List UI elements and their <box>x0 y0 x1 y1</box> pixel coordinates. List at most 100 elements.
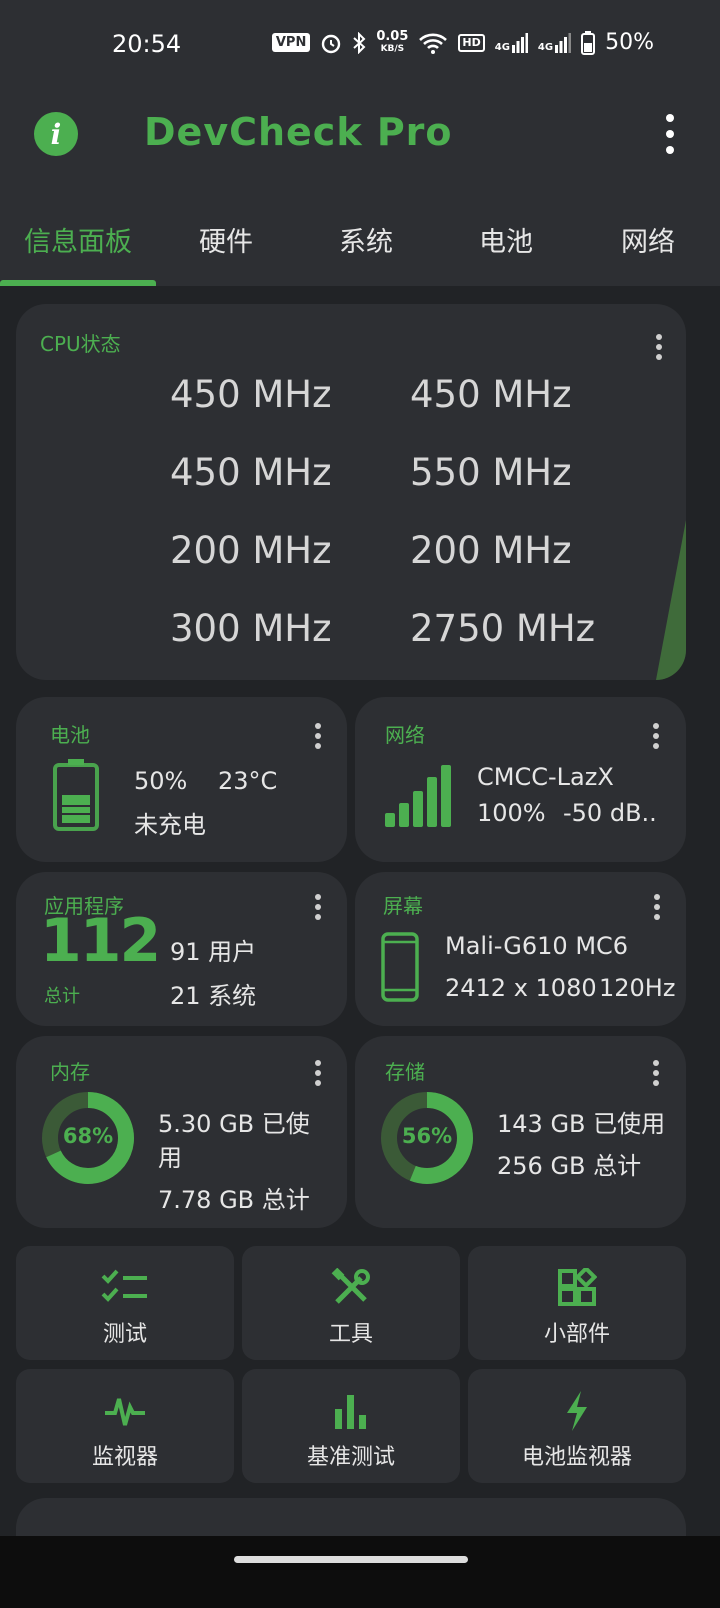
memory-total: 7.78 GB 总计 <box>158 1186 310 1214</box>
shortcut-label: 基准测试 <box>306 1445 395 1470</box>
widgets-icon <box>558 1268 597 1306</box>
tools-icon <box>331 1268 370 1304</box>
checklist-icon <box>101 1269 147 1302</box>
tab-dashboard[interactable]: 信息面板 <box>0 192 156 286</box>
signal-bars-icon <box>511 32 528 53</box>
memory-card[interactable]: 内存 68% 5.30 GB 已使 用 7.78 GB 总计 <box>16 1036 347 1228</box>
memory-used: 5.30 GB 已使 <box>158 1110 310 1138</box>
net-type-2: 4G <box>537 41 554 53</box>
hd-badge: HD <box>458 33 485 52</box>
cpu-core-freq: 2750 MHz <box>410 607 596 650</box>
shortcut-monitors[interactable]: 监视器 <box>16 1369 234 1483</box>
app-bar: i DevCheck Pro <box>0 92 720 192</box>
card-menu-button[interactable] <box>313 1060 323 1086</box>
navigation-bar <box>0 1536 720 1608</box>
apps-card[interactable]: 应用程序 112 总计 91 用户 21 系统 <box>16 872 347 1026</box>
storage-percent: 56% <box>401 1124 453 1148</box>
cpu-core-freq: 450 MHz <box>170 451 332 494</box>
card-menu-button[interactable] <box>651 723 661 749</box>
speed-value: 0.05 <box>376 28 409 44</box>
shortcut-label: 工具 <box>328 1322 373 1347</box>
vpn-badge: VPN <box>271 33 311 52</box>
bolt-icon <box>567 1391 587 1431</box>
tab-battery[interactable]: 电池 <box>436 192 576 286</box>
card-title: 内存 <box>50 1060 90 1084</box>
card-title: CPU状态 <box>40 332 121 356</box>
card-menu-button[interactable] <box>313 894 323 920</box>
apps-total: 112 <box>40 906 161 976</box>
cpu-load-graph <box>656 520 686 680</box>
speed-unit: KB/S <box>380 43 405 54</box>
shortcut-tools[interactable]: 工具 <box>242 1246 460 1360</box>
card-menu-button[interactable] <box>651 1060 661 1086</box>
card-menu-button[interactable] <box>654 334 664 360</box>
cpu-core-freq: 450 MHz <box>410 373 572 416</box>
display-card[interactable]: 屏幕 Mali-G610 MC6 2412 x 1080 120Hz <box>355 872 686 1026</box>
network-ssid: CMCC-LazX <box>477 763 614 791</box>
tab-hardware[interactable]: 硬件 <box>156 192 296 286</box>
apps-system-count: 21 系统 <box>170 982 257 1010</box>
cpu-core-grid: 450 MHz 450 MHz 450 MHz 550 MHz 200 MHz … <box>170 374 650 650</box>
memory-usage-donut: 68% <box>40 1090 136 1186</box>
card-title: 存储 <box>385 1060 425 1084</box>
net-type-1: 4G <box>494 41 510 53</box>
card-title: 网络 <box>385 723 425 747</box>
battery-level: 50% <box>134 767 188 795</box>
card-menu-button[interactable] <box>313 723 323 749</box>
overflow-menu-button[interactable] <box>660 114 680 154</box>
shortcut-label: 小部件 <box>543 1322 610 1347</box>
network-signal: -50 dB.. <box>563 799 657 827</box>
tab-system[interactable]: 系统 <box>296 192 436 286</box>
shortcut-benchmarks[interactable]: 基准测试 <box>242 1369 460 1483</box>
memory-percent: 68% <box>62 1124 114 1148</box>
bar-chart-icon <box>335 1395 366 1429</box>
battery-state: 未充电 <box>134 811 206 839</box>
home-gesture-handle[interactable] <box>234 1556 468 1563</box>
cell-signal-2: 4G <box>537 32 572 53</box>
network-strength: 100% <box>477 799 546 827</box>
alarm-icon <box>322 34 341 53</box>
storage-total: 256 GB 总计 <box>497 1152 642 1180</box>
card-title: 电池 <box>50 723 90 747</box>
shortcut-battery-monitor[interactable]: 电池监视器 <box>468 1369 686 1483</box>
display-refresh-rate: 120Hz <box>599 974 676 1002</box>
shortcut-label: 电池监视器 <box>521 1445 632 1470</box>
display-resolution: 2412 x 1080 <box>445 974 597 1002</box>
cpu-core-freq: 550 MHz <box>410 451 572 494</box>
battery-percent: 50% <box>605 30 654 55</box>
network-card[interactable]: 网络 CMCC-LazX 100% -50 dB.. <box>355 697 686 862</box>
battery-icon <box>581 30 596 55</box>
pulse-icon <box>105 1398 145 1426</box>
storage-card[interactable]: 存储 56% 143 GB 已使用 256 GB 总计 <box>355 1036 686 1228</box>
storage-used: 143 GB 已使用 <box>497 1110 666 1138</box>
storage-usage-donut: 56% <box>379 1090 475 1186</box>
bluetooth-icon <box>353 31 366 54</box>
phone-icon <box>381 932 419 1002</box>
app-logo-letter: i <box>50 117 62 151</box>
cpu-core-freq: 200 MHz <box>410 529 572 572</box>
tab-network[interactable]: 网络 <box>576 192 720 286</box>
wifi-icon <box>419 33 448 54</box>
cpu-core-freq: 200 MHz <box>170 529 332 572</box>
status-bar: 20:54 VPN 0.05 KB/S HD 4G 4G 50% <box>0 0 720 92</box>
shortcut-widgets[interactable]: 小部件 <box>468 1246 686 1360</box>
app-title: DevCheck Pro <box>144 110 453 154</box>
memory-used-cont: 用 <box>158 1144 182 1172</box>
card-menu-button[interactable] <box>652 894 662 920</box>
cell-signal-1: 4G <box>494 32 528 53</box>
shortcut-label: 监视器 <box>91 1445 158 1470</box>
status-icons: VPN 0.05 KB/S HD 4G 4G 50% <box>271 28 654 55</box>
battery-card[interactable]: 电池 50% 23°C 未充电 <box>16 697 347 862</box>
display-gpu: Mali-G610 MC6 <box>445 932 629 960</box>
cpu-core-freq: 300 MHz <box>170 607 332 650</box>
battery-level-icon <box>53 759 99 831</box>
card-title: 屏幕 <box>383 894 423 918</box>
shortcut-tests[interactable]: 测试 <box>16 1246 234 1360</box>
app-logo: i <box>34 112 78 156</box>
cpu-status-card[interactable]: CPU状态 450 MHz 450 MHz 450 MHz 550 MHz 20… <box>16 304 686 680</box>
apps-user-count: 91 用户 <box>170 938 257 966</box>
tab-bar: 信息面板 硬件 系统 电池 网络 <box>0 192 720 286</box>
network-speed: 0.05 KB/S <box>376 28 409 55</box>
cpu-core-freq: 450 MHz <box>170 373 332 416</box>
battery-temp: 23°C <box>218 767 278 795</box>
